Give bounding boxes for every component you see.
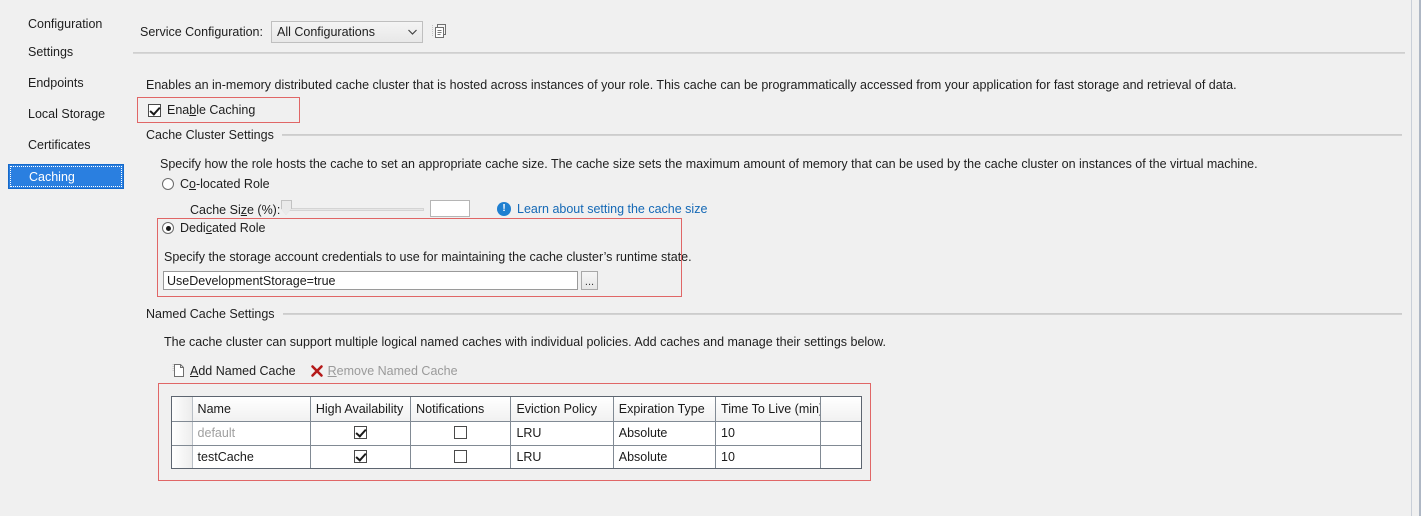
cell-eviction-policy[interactable]: LRU [510, 445, 614, 468]
cell-name[interactable]: testCache [192, 445, 311, 468]
service-configuration-label: Service Configuration: [140, 25, 263, 39]
add-named-cache-button[interactable]: Add Named Cache [172, 363, 296, 378]
caching-settings-page: Configuration Settings Endpoints Local S… [0, 0, 1421, 516]
sidebar-item-settings[interactable]: Settings [8, 40, 124, 65]
cell-eviction-policy[interactable]: LRU [510, 421, 614, 446]
column-header-name[interactable]: Name [192, 397, 311, 422]
group-rule [281, 134, 1402, 136]
toolbar-divider [133, 52, 1405, 54]
co-located-role-radio-button[interactable] [162, 178, 174, 190]
cell-time-to-live[interactable]: 10 [715, 421, 822, 446]
sidebar-item-local-storage[interactable]: Local Storage [8, 102, 124, 127]
column-header-eviction-policy[interactable]: Eviction Policy [510, 397, 614, 422]
named-cache-description: The cache cluster can support multiple l… [164, 335, 886, 349]
cell-expiration-type[interactable]: Absolute [613, 421, 717, 446]
column-header-high-availability[interactable]: High Availability [310, 397, 412, 422]
named-cache-table[interactable]: Name High Availability Notifications Evi… [171, 396, 862, 469]
notifications-checkbox[interactable] [454, 426, 468, 439]
cache-size-help[interactable]: ! Learn about setting the cache size [497, 202, 707, 216]
remove-x-icon [310, 364, 324, 378]
cache-cluster-settings-group-header: Cache Cluster Settings [146, 128, 1402, 142]
cell-filler [820, 421, 861, 446]
cell-high-availability[interactable] [310, 421, 412, 446]
column-header-notifications[interactable]: Notifications [410, 397, 512, 422]
service-configuration-toolbar: Service Configuration: All Configuration… [140, 20, 451, 44]
cache-size-label: Cache Size (%): [190, 203, 281, 217]
add-named-cache-label: Add Named Cache [190, 363, 296, 378]
sidebar-item-caching[interactable]: Caching [8, 164, 124, 189]
dedicated-role-radio-button[interactable] [162, 222, 174, 234]
column-header-time-to-live[interactable]: Time To Live (min) [715, 397, 822, 422]
cache-size-slider-track[interactable] [289, 208, 424, 211]
cell-time-to-live[interactable]: 10 [715, 445, 822, 468]
sidebar-item-label: Settings [28, 45, 74, 59]
high-availability-checkbox[interactable] [354, 450, 368, 464]
named-cache-settings-group-header: Named Cache Settings [146, 307, 1402, 321]
enable-caching-checkbox-box[interactable] [148, 103, 161, 117]
cell-name[interactable]: default [192, 421, 311, 446]
browse-storage-credentials-button[interactable]: ... [581, 271, 598, 290]
sidebar-item-label: Configuration [28, 17, 103, 31]
dedicated-role-description: Specify the storage account credentials … [164, 250, 692, 264]
cell-filler [820, 445, 861, 468]
service-configuration-dropdown[interactable]: All Configurations [270, 21, 423, 43]
row-selector-cell[interactable] [172, 445, 193, 468]
cache-cluster-settings-title: Cache Cluster Settings [146, 128, 274, 142]
co-located-role-radio[interactable]: Co-located Role [162, 177, 270, 191]
cache-size-slider-thumb[interactable] [281, 200, 292, 215]
high-availability-checkbox[interactable] [354, 426, 368, 439]
copy-configuration-icon[interactable] [429, 21, 451, 43]
table-row[interactable]: default LRU Absolute 10 [172, 421, 861, 446]
sidebar-item-label: Endpoints [28, 76, 84, 90]
cell-notifications[interactable] [410, 445, 512, 468]
sidebar: Configuration Settings Endpoints Local S… [0, 0, 132, 516]
column-header-expiration-type[interactable]: Expiration Type [613, 397, 717, 422]
add-page-icon [172, 363, 186, 378]
table-header-row: Name High Availability Notifications Evi… [172, 397, 861, 422]
group-rule [282, 313, 1402, 315]
row-selector-cell[interactable] [172, 421, 193, 446]
column-header-filler [820, 397, 861, 422]
caching-description: Enables an in-memory distributed cache c… [146, 78, 1237, 92]
sidebar-item-certificates[interactable]: Certificates [8, 133, 124, 158]
service-configuration-value: All Configurations [276, 25, 375, 39]
dedicated-role-radio[interactable]: Dedicated Role [162, 221, 265, 235]
row-selector-header [172, 397, 193, 422]
co-located-role-label: Co-located Role [180, 177, 270, 191]
cell-expiration-type[interactable]: Absolute [613, 445, 717, 468]
remove-named-cache-label: Remove Named Cache [327, 363, 458, 378]
cache-size-input[interactable] [430, 200, 470, 217]
enable-caching-label: Enable Caching [167, 103, 256, 117]
sidebar-item-endpoints[interactable]: Endpoints [8, 71, 124, 96]
cache-cluster-description: Specify how the role hosts the cache to … [160, 157, 1258, 171]
chevron-down-icon [404, 28, 422, 37]
storage-connection-string-input[interactable]: UseDevelopmentStorage=true [163, 271, 578, 290]
cell-notifications[interactable] [410, 421, 512, 446]
sidebar-item-label: Local Storage [28, 107, 106, 121]
table-row[interactable]: testCache LRU Absolute 10 [172, 445, 861, 468]
sidebar-item-label: Caching [29, 170, 75, 184]
sidebar-item-configuration[interactable]: Configuration [8, 12, 124, 37]
dedicated-role-label: Dedicated Role [180, 221, 266, 235]
named-cache-commands: Add Named Cache Remove Named Cache [172, 363, 472, 378]
remove-named-cache-button[interactable]: Remove Named Cache [310, 364, 458, 378]
info-icon: ! [497, 202, 511, 216]
learn-cache-size-link[interactable]: Learn about setting the cache size [517, 202, 707, 216]
notifications-checkbox[interactable] [454, 450, 468, 464]
window-right-edge [1411, 0, 1421, 516]
named-cache-settings-title: Named Cache Settings [146, 307, 275, 321]
cell-high-availability[interactable] [310, 445, 412, 468]
enable-caching-checkbox[interactable]: Enable Caching [148, 103, 255, 117]
sidebar-item-label: Certificates [28, 138, 91, 152]
